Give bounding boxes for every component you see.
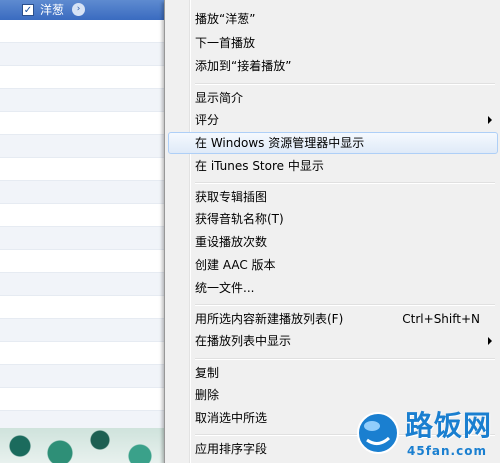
menu-item-reset-plays[interactable]: 重设播放次数 (168, 231, 498, 253)
menu-separator (195, 83, 495, 85)
site-logo-icon (357, 412, 399, 454)
menu-item-create-aac[interactable]: 创建 AAC 版本 (168, 254, 498, 276)
menu-item-show-in-store[interactable]: 在 iTunes Store 中显示 (168, 155, 498, 177)
song-checkbox[interactable]: ✓ (22, 4, 34, 16)
menu-item-play[interactable]: 播放“洋葱” (168, 8, 498, 30)
menu-item-get-info[interactable]: 显示简介 (168, 87, 498, 109)
menu-item-show-in-explorer[interactable]: 在 Windows 资源管理器中显示 (168, 132, 498, 154)
submenu-arrow-icon (488, 337, 492, 345)
menu-item-play-next[interactable]: 下一首播放 (168, 32, 498, 54)
song-title: 洋葱 (40, 3, 65, 17)
menu-item-consolidate[interactable]: 统一文件... (168, 277, 498, 299)
menu-separator (195, 358, 495, 360)
background-photo (0, 428, 165, 463)
menu-item-rating[interactable]: 评分 (168, 109, 498, 131)
menu-separator (195, 304, 495, 306)
go-arrow-icon[interactable]: › (72, 3, 85, 16)
menu-item-new-playlist[interactable]: 用所选内容新建播放列表(F) Ctrl+Shift+N (168, 308, 498, 330)
menu-item-show-in-playlist[interactable]: 在播放列表中显示 (168, 330, 498, 352)
shortcut-label: Ctrl+Shift+N (402, 312, 480, 326)
menu-item-delete[interactable]: 删除 (168, 384, 498, 406)
menu-item-add-up-next[interactable]: 添加到“接着播放” (168, 55, 498, 77)
submenu-arrow-icon (488, 116, 492, 124)
menu-separator (195, 182, 495, 184)
menu-item-get-track-names[interactable]: 获得音轨名称(T) (168, 208, 498, 230)
watermark-name: 路饭网 (405, 409, 493, 442)
context-menu: 播放“洋葱” 下一首播放 添加到“接着播放” 显示简介 评分 在 Windows… (164, 0, 500, 463)
menu-item-get-artwork[interactable]: 获取专辑插图 (168, 186, 498, 208)
watermark-url: 45fan.com (407, 444, 487, 458)
menu-item-copy[interactable]: 复制 (168, 362, 498, 384)
watermark: 路饭网 45fan.com (355, 408, 500, 463)
